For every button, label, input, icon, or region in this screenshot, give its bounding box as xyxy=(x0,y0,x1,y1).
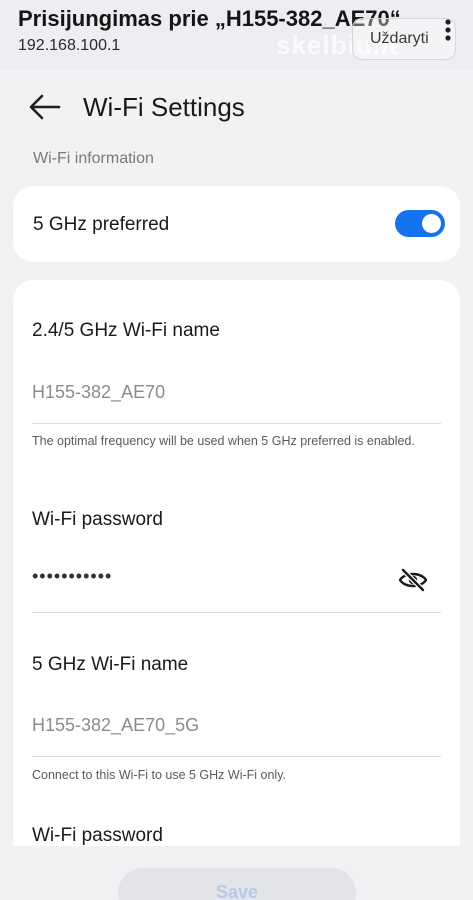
wifi-name-hint: The optimal frequency will be used when … xyxy=(32,434,415,448)
wifi-5g-name-hint: Connect to this Wi-Fi to use 5 GHz Wi-Fi… xyxy=(32,768,286,782)
wifi-5g-name-input[interactable]: H155-382_AE70_5G xyxy=(32,715,199,736)
wifi-5g-password-title: Wi-Fi password xyxy=(32,825,163,846)
wifi-5g-name-title: 5 GHz Wi-Fi name xyxy=(32,654,189,675)
wifi-password-input[interactable]: ••••••••••• xyxy=(32,566,112,587)
page-connection-title: Prisijungimas prie „H155-382_AE70“ xyxy=(18,6,401,31)
arrow-left-icon xyxy=(29,94,61,120)
divider xyxy=(32,612,441,613)
pref-5ghz-label: 5 GHz preferred xyxy=(33,214,170,235)
wifi-fields-card: 2.4/5 GHz Wi-Fi name H155-382_AE70 The o… xyxy=(13,280,460,900)
eye-off-icon[interactable] xyxy=(398,567,428,593)
section-label: Wi-Fi information xyxy=(33,150,154,167)
wifi-name-input[interactable]: H155-382_AE70 xyxy=(32,382,165,403)
back-button[interactable] xyxy=(28,92,62,122)
divider xyxy=(32,423,441,424)
browser-topbar: Prisijungimas prie „H155-382_AE70“ 192.1… xyxy=(0,0,473,70)
wifi-password-title: Wi-Fi password xyxy=(32,509,163,530)
preference-card: 5 GHz preferred xyxy=(13,186,460,262)
page-url: 192.168.100.1 xyxy=(18,37,121,54)
save-button[interactable]: Save xyxy=(118,868,356,900)
page-title: Wi-Fi Settings xyxy=(83,92,245,122)
wifi-name-title: 2.4/5 GHz Wi-Fi name xyxy=(32,320,220,341)
toggle-knob xyxy=(422,214,441,233)
divider xyxy=(32,756,441,757)
pref-5ghz-toggle[interactable] xyxy=(395,210,445,237)
more-vertical-icon[interactable] xyxy=(440,16,456,44)
